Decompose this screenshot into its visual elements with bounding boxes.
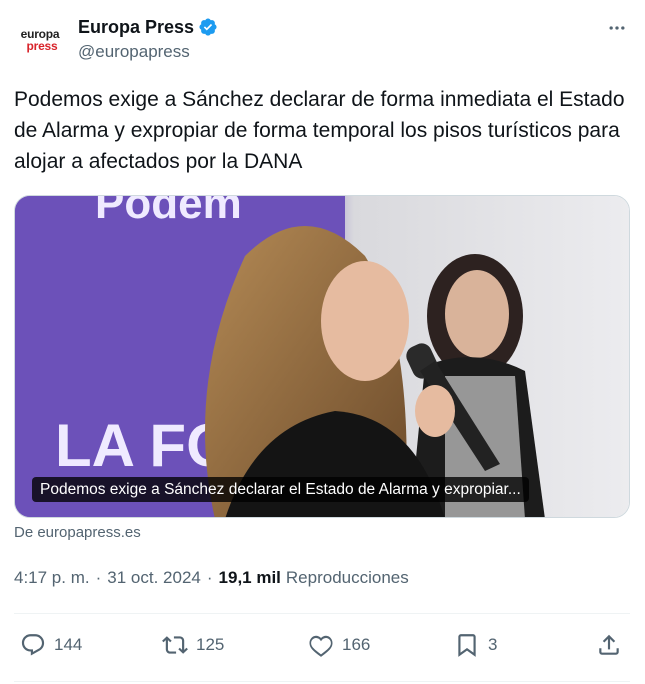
tweet-text: Podemos exige a Sánchez declarar de form… [14,88,625,173]
share-button[interactable] [596,632,622,658]
bookmark-button[interactable]: 3 [454,632,497,658]
card-caption: Podemos exige a Sánchez declarar el Esta… [32,477,529,502]
bookmark-icon [458,634,476,657]
tweet-header: europa press Europa Press @europapress [14,12,631,68]
verified-badge-icon [199,18,217,36]
repost-icon [162,636,188,654]
meta-separator: · [95,568,102,587]
bookmark-count: 3 [488,635,498,654]
author-display-name[interactable]: Europa Press [78,17,194,38]
heart-icon [309,635,333,657]
card-photo: LA FO Podem [15,196,629,517]
reply-icon [21,634,45,656]
svg-text:Podem: Podem [95,196,242,228]
author-handle[interactable]: @europapress [78,42,218,62]
reply-count: 144 [54,635,83,654]
meta-separator: · [206,568,213,587]
logo-text-press: press [26,39,58,53]
tweet-actions: 144 125 166 3 [14,626,630,666]
link-preview-card[interactable]: LA FO Podem Podemos exige a Sánchez decl… [14,195,630,518]
author-avatar[interactable]: europa press [14,18,66,62]
repost-button[interactable]: 125 [162,632,224,658]
views-count: 19,1 mil [218,568,281,587]
divider [14,681,630,682]
views-label: Reproducciones [285,568,409,587]
more-options-icon[interactable] [605,16,629,40]
tweet-date[interactable]: 31 oct. 2024 [107,568,201,588]
like-count: 166 [342,635,371,654]
repost-count: 125 [196,635,225,654]
divider [14,613,630,614]
reply-button[interactable]: 144 [20,632,82,658]
tweet-meta: 4:17 p. m. · 31 oct. 2024 · 19,1 mil Rep… [14,568,409,588]
card-source-link[interactable]: De europapress.es [14,524,141,541]
author-info: Europa Press @europapress [78,16,218,62]
tweet-time[interactable]: 4:17 p. m. [14,568,90,588]
like-button[interactable]: 166 [308,632,370,658]
share-icon [599,634,619,655]
